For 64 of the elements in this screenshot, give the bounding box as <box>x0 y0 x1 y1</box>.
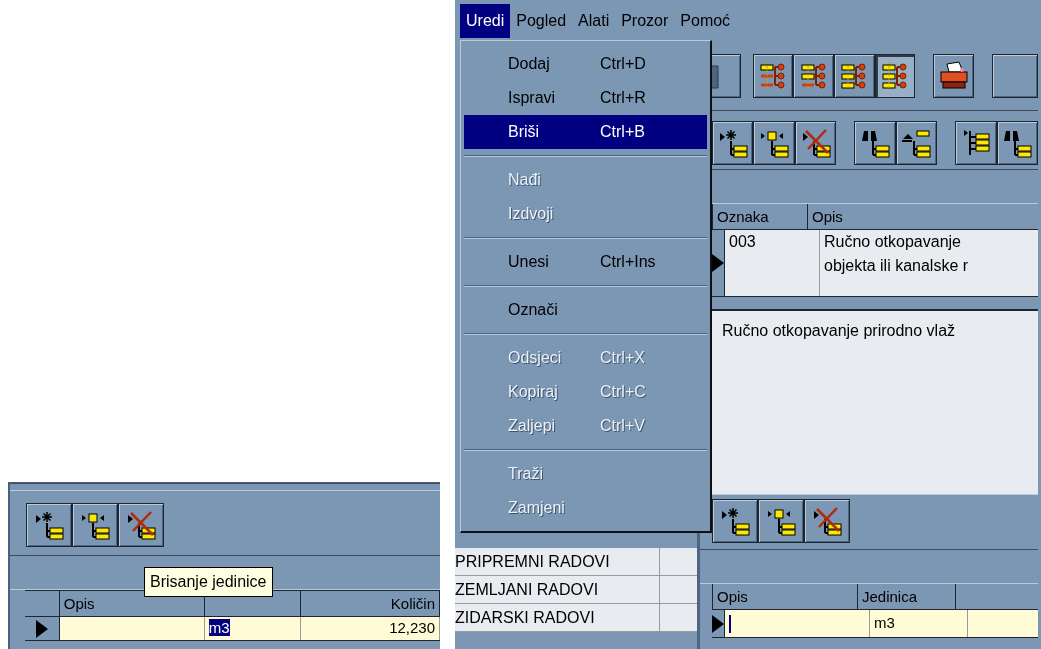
table-cell: 12,230 <box>389 619 435 636</box>
menu-item-label: Izdvoji <box>508 204 555 224</box>
delete-record-icon <box>811 505 843 537</box>
toolbar-button[interactable] <box>712 499 758 543</box>
menu-item-label: Ispravi <box>508 88 557 108</box>
menu-item-label: Nađi <box>508 170 542 190</box>
toolbar-button[interactable] <box>118 503 164 547</box>
toolbar-button[interactable] <box>895 121 938 165</box>
menu-bar-item[interactable]: Pomoć <box>674 4 737 38</box>
sort-icon <box>900 127 933 159</box>
menu-item[interactable]: Unesi Ctrl+Ins <box>464 245 707 279</box>
toolbar-button[interactable] <box>72 503 118 547</box>
shortcut-label: Ctrl+X <box>600 348 645 368</box>
list-item[interactable]: PRIPREMNI RADOVI <box>455 548 660 576</box>
toolbar-button[interactable] <box>794 121 837 165</box>
shortcut-label: Ctrl+V <box>600 416 645 436</box>
toolbar-button[interactable] <box>758 499 804 543</box>
shortcut-label: Ctrl+D <box>600 54 646 74</box>
shortcut-label: Ctrl+B <box>600 122 645 142</box>
menu-item-label: Unesi <box>508 252 550 272</box>
toolbar-button[interactable] <box>955 121 997 165</box>
menu-item-label: Dodaj <box>508 54 551 74</box>
toolbar-button[interactable] <box>712 121 754 165</box>
list-item[interactable]: ZIDARSKI RADOVI <box>455 604 660 632</box>
toolbar-button[interactable] <box>804 499 850 543</box>
table-cell: 003 <box>725 230 820 296</box>
menu-item-label: Kopiraj <box>508 382 559 402</box>
toolbar-button[interactable] <box>933 54 975 98</box>
menu-item-label: Označi <box>508 300 559 320</box>
menu-bar-item[interactable]: Pogled <box>510 4 573 38</box>
view-button[interactable] <box>834 54 875 98</box>
toolbar-button[interactable] <box>854 121 896 165</box>
list-item[interactable]: ZEMLJANI RADOVI <box>455 576 660 604</box>
add-record-icon <box>33 509 65 541</box>
menu-item[interactable]: Briši Ctrl+B <box>464 115 707 149</box>
shortcut-label: Ctrl+C <box>600 382 646 402</box>
toolbar-button[interactable] <box>26 503 72 547</box>
table-cell-text: m3 <box>874 613 895 634</box>
menu-item-label: Zamjeni <box>508 498 566 518</box>
view-button[interactable] <box>874 54 916 98</box>
menu-item[interactable]: Ispravi Ctrl+R <box>464 81 707 115</box>
menu-bar-item[interactable]: Uredi <box>460 4 511 38</box>
view-button[interactable] <box>752 54 794 98</box>
view-button[interactable] <box>793 54 834 98</box>
menu-bar-item[interactable]: Alati <box>572 4 616 38</box>
menu-item-label: Briši <box>508 122 541 142</box>
description-text: Ručno otkopavanje prirodno vlaž <box>712 309 1038 494</box>
tooltip: Brisanje jedinice <box>144 567 273 597</box>
toolbar-button[interactable] <box>992 54 1038 98</box>
menu-bar-item[interactable]: Prozor <box>615 4 675 38</box>
add-record-icon <box>719 505 751 537</box>
menu-item-label: Traži <box>508 464 544 484</box>
toolbar-button[interactable] <box>753 121 795 165</box>
table-cell: Ručno otkopavanje objekta ili kanalske r <box>820 230 1038 296</box>
shortcut-label: Ctrl+Ins <box>600 252 656 272</box>
shortcut-label: Ctrl+R <box>600 88 646 108</box>
menu-item[interactable]: Označi <box>464 293 707 327</box>
toolbar-button[interactable] <box>996 121 1038 165</box>
menu-item-label: Odsjeci <box>508 348 563 368</box>
table-cell: m3 <box>208 619 230 636</box>
menu-item-label: Zaljepi <box>508 416 557 436</box>
printer-icon <box>937 60 970 92</box>
delete-record-icon <box>125 509 157 541</box>
menu-item[interactable]: Dodaj Ctrl+D <box>464 47 707 81</box>
